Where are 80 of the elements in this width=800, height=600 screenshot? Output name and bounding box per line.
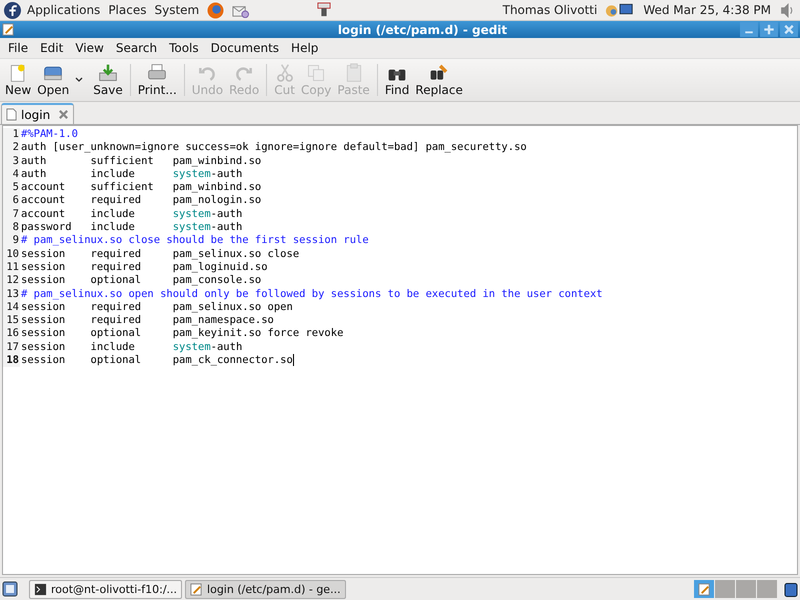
text-editor-icon [190, 582, 204, 596]
close-icon[interactable] [58, 109, 70, 120]
line-number: 4 [3, 168, 20, 182]
line-number: 11 [3, 260, 20, 274]
document-tab[interactable]: login [1, 103, 74, 124]
minimize-icon[interactable] [740, 22, 758, 37]
line-number: 18 [3, 354, 20, 368]
desktop-icon[interactable] [2, 581, 18, 597]
tab-label: login [21, 108, 50, 122]
line-number: 10 [3, 248, 20, 261]
caret-icon[interactable] [74, 76, 84, 84]
line-number: 6 [3, 194, 20, 208]
code-line: account required pam_nologin.so [20, 194, 262, 208]
user-name[interactable]: Thomas Olivotti [502, 3, 598, 17]
line-number: 3 [3, 154, 20, 168]
line-number: 16 [3, 327, 20, 341]
menu-item[interactable]: Documents [204, 41, 286, 55]
panel-menu[interactable]: System [154, 3, 200, 17]
toolbar-button[interactable]: Replace [412, 62, 466, 98]
menu-item[interactable]: Search [110, 41, 164, 55]
workspace-switcher[interactable] [694, 580, 714, 598]
code-line: password include system-auth [20, 221, 242, 234]
code-line: session required pam_selinux.so close [20, 248, 300, 261]
code-line: session required pam_loginuid.so [20, 260, 268, 274]
code-line: auth sufficient pam_winbind.so [20, 154, 262, 168]
close-icon[interactable] [780, 22, 798, 37]
code-line: session optional pam_console.so [20, 274, 262, 288]
code-line: # pam_selinux.so close should be the first session rule [20, 234, 369, 248]
taskbar-button[interactable]: login (/etc/pam.d) - ge... [185, 580, 346, 598]
code-line: account sufficient pam_winbind.so [20, 181, 262, 194]
toolbar-button[interactable]: Find [382, 62, 412, 98]
code-line: account include system-auth [20, 208, 242, 222]
line-number: 9 [3, 234, 20, 248]
toolbar-button[interactable]: Print... [134, 62, 180, 98]
menu-item[interactable]: Help [285, 41, 324, 55]
code-line: session required pam_namespace.so [20, 314, 274, 328]
maximize-icon[interactable] [760, 22, 778, 37]
toolbar-button[interactable]: Open [34, 62, 72, 98]
taskbar-button[interactable]: root@nt-olivotti-f10:/... [29, 580, 182, 598]
code-line: #%PAM-1.0 [20, 128, 78, 142]
code-line: auth include system-auth [20, 168, 242, 182]
document-icon [6, 108, 17, 121]
line-number: 5 [3, 181, 20, 194]
line-number: 12 [3, 274, 20, 288]
line-number: 14 [3, 300, 20, 314]
menu-item[interactable]: Tools [163, 41, 205, 55]
network-icon[interactable] [605, 2, 636, 18]
text-editor-icon [2, 23, 15, 36]
fedora-logo-icon[interactable] [4, 2, 21, 18]
text-editor-icon [698, 582, 710, 596]
save-icon [98, 63, 118, 83]
terminal-icon [34, 582, 47, 596]
line-number: 17 [3, 340, 20, 354]
menu-item[interactable]: File [2, 41, 34, 55]
line-number: 2 [3, 141, 20, 155]
line-number: 8 [3, 221, 20, 234]
panel-menu[interactable]: Places [108, 3, 146, 17]
workspace-switcher[interactable] [736, 580, 756, 598]
code-line: # pam_selinux.so open should only be followed by sessions to be executed in the user context [20, 288, 603, 301]
scissors-icon [274, 63, 295, 83]
panel-menu[interactable]: Applications [27, 3, 100, 17]
workspace-switcher[interactable] [715, 580, 735, 598]
copy-icon [306, 63, 326, 83]
toolbar-button[interactable]: New [2, 62, 34, 98]
workspace-switcher[interactable] [757, 580, 777, 598]
browser-icon[interactable] [207, 2, 224, 18]
code-line: session optional pam_ck_connector.so [20, 354, 294, 368]
window-title: login (/etc/pam.d) - gedit [336, 22, 508, 36]
code-line: session required pam_selinux.so open [20, 300, 293, 314]
menu-item[interactable]: View [69, 41, 110, 55]
code-line: auth [user_unknown=ignore success=ok ignore=ignore default=bad] pam_securetty.so [20, 141, 527, 155]
clock[interactable]: Wed Mar 25, 4:38 PM [643, 3, 771, 17]
line-number: 7 [3, 208, 20, 222]
line-number: 13 [3, 288, 20, 301]
toolbar-button[interactable]: Save [90, 62, 126, 98]
menu-item[interactable]: Edit [34, 41, 70, 55]
code-line: session include system-auth [20, 340, 242, 354]
code-line: session optional pam_keyinit.so force revoke [20, 327, 344, 341]
line-number: 1 [3, 128, 20, 142]
line-number: 15 [3, 314, 20, 328]
